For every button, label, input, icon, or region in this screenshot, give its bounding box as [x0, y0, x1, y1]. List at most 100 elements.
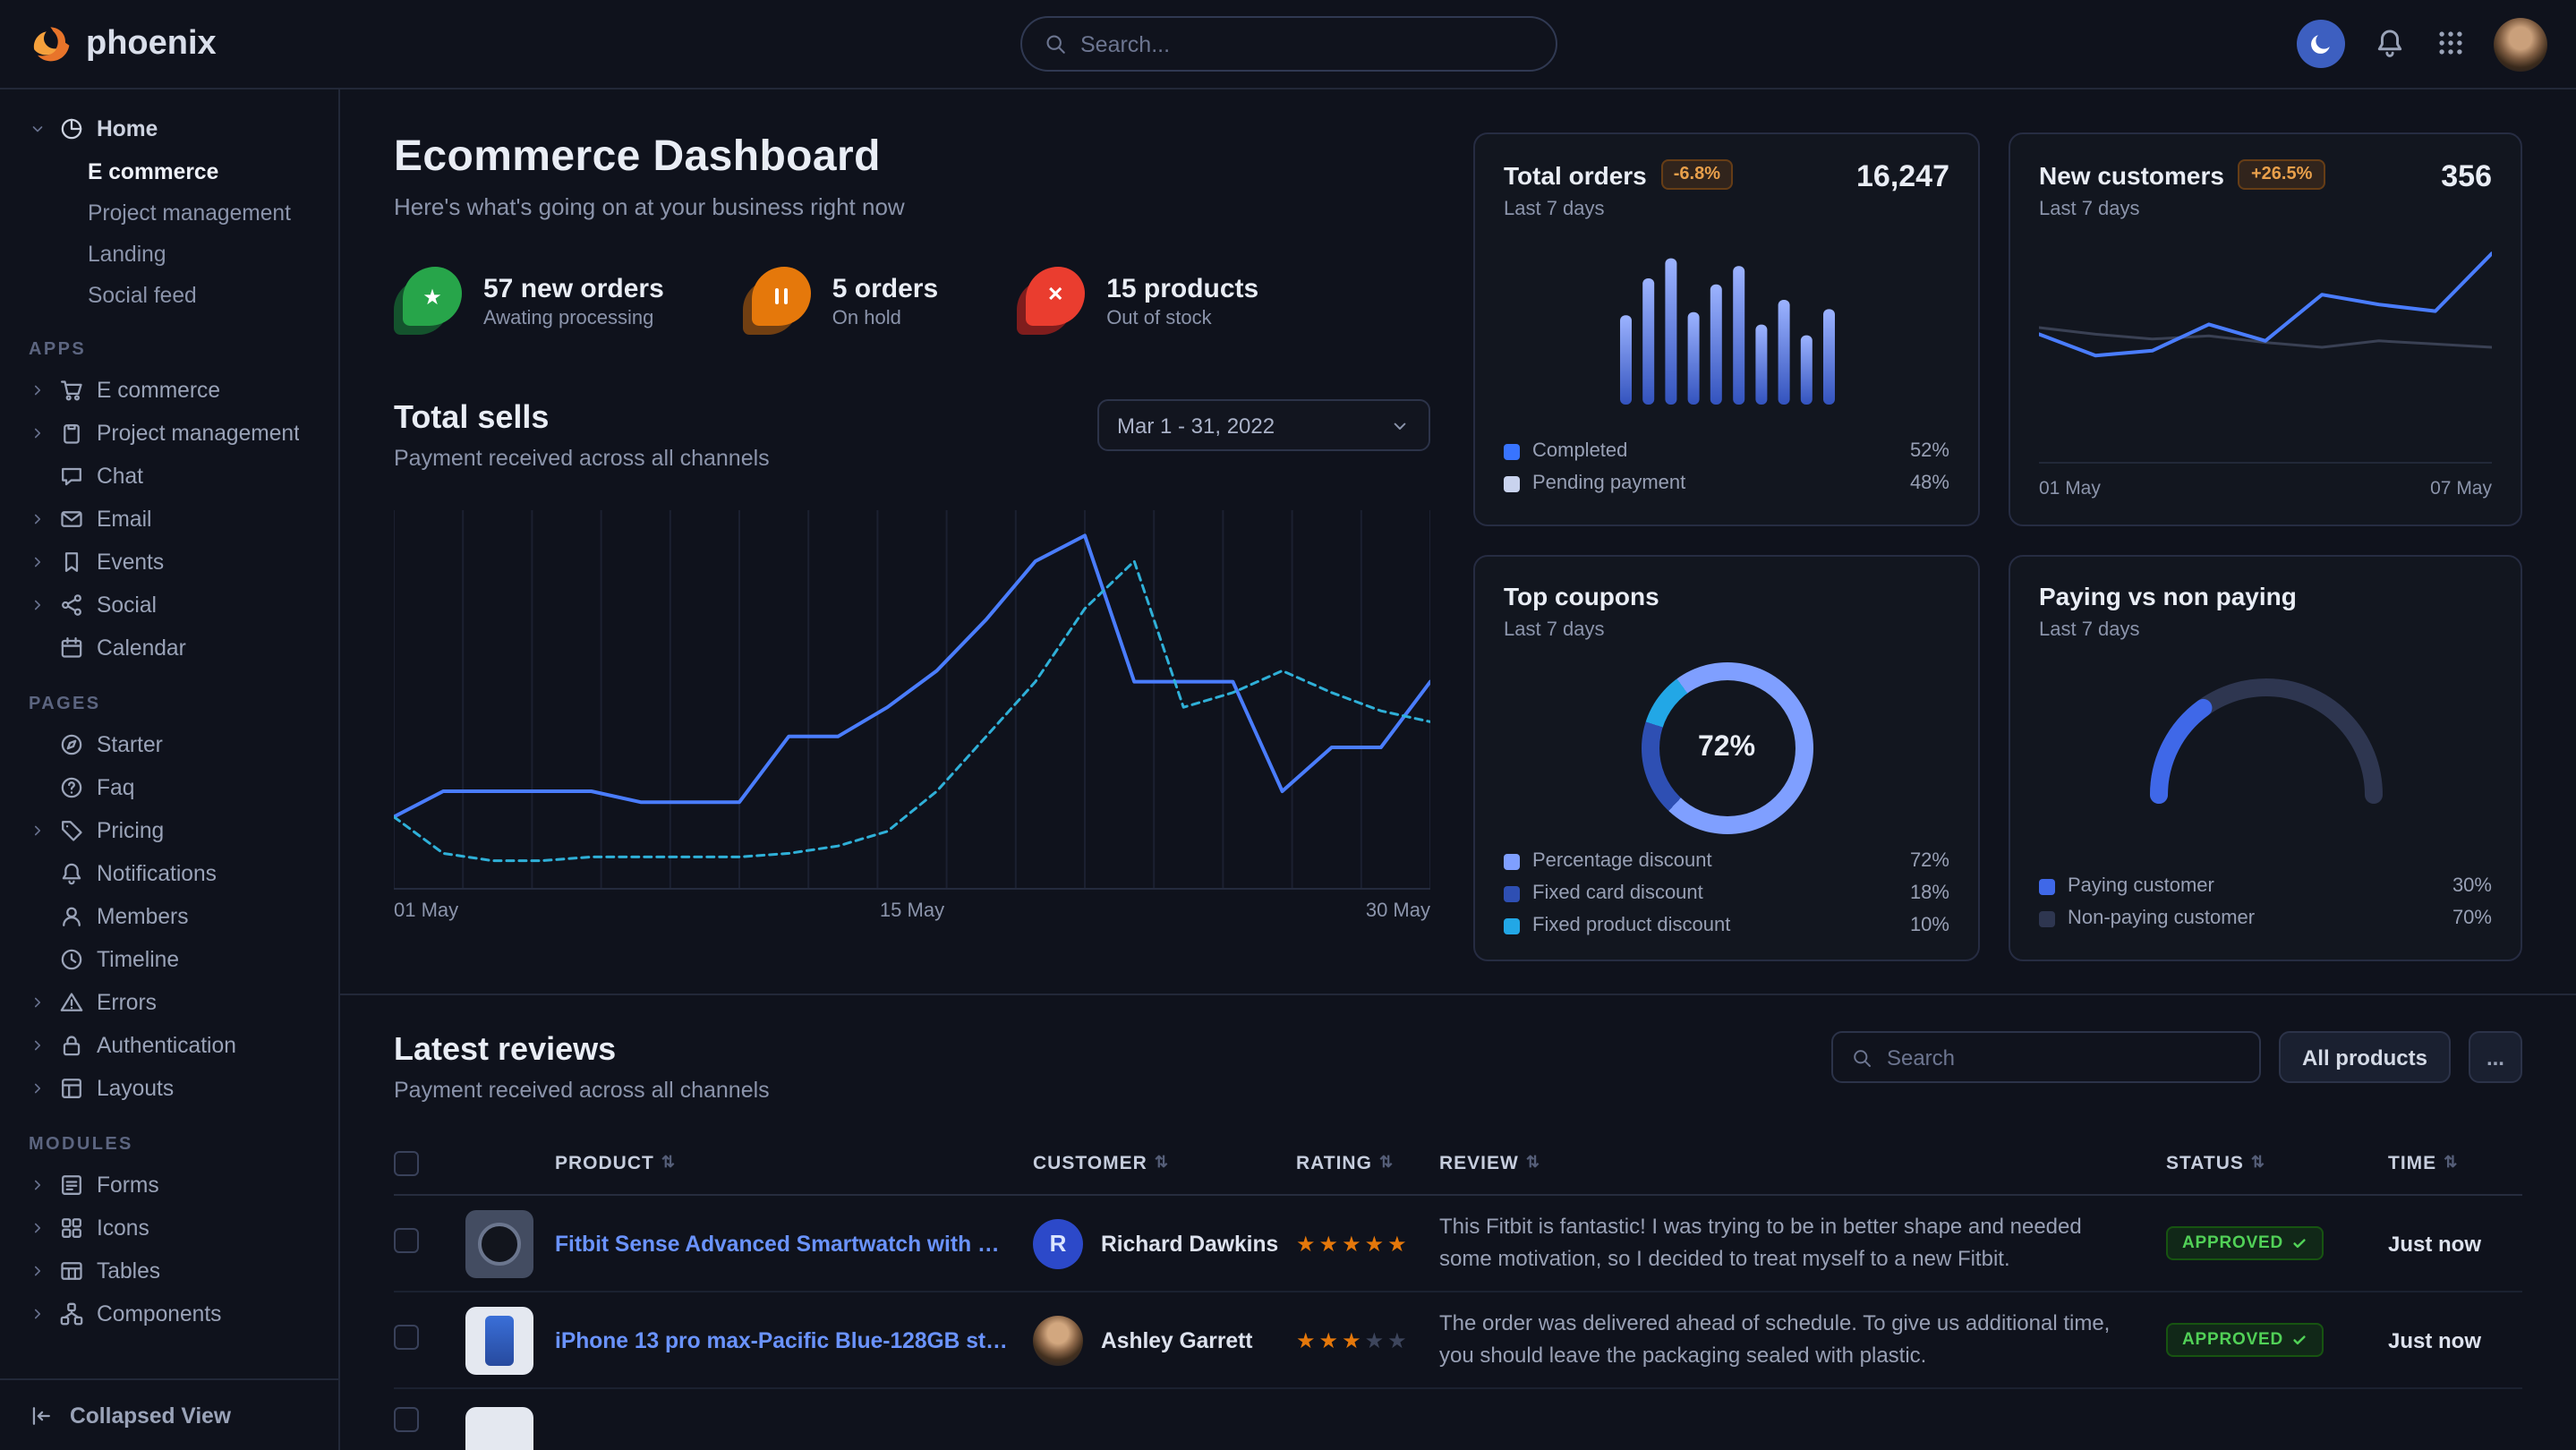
- column-header-product[interactable]: PRODUCT: [555, 1152, 654, 1173]
- column-header-review[interactable]: REVIEW: [1439, 1152, 1519, 1173]
- sidebar-item-forms[interactable]: Forms: [14, 1164, 324, 1207]
- legend-swatch: [1504, 853, 1520, 869]
- sidebar-item-layouts[interactable]: Layouts: [14, 1067, 324, 1110]
- new-customers-value: 356: [2441, 159, 2492, 195]
- sidebar-item-tables[interactable]: Tables: [14, 1250, 324, 1292]
- stat-item: 5 ordersOn hold: [743, 267, 938, 335]
- sidebar-subitem-social-feed[interactable]: Social feed: [14, 274, 324, 315]
- user-avatar[interactable]: [2494, 17, 2547, 71]
- table-row[interactable]: iPhone 13 pro max-Pacific Blue-128GB sto…: [394, 1292, 2522, 1389]
- quick-stats: ★57 new ordersAwating processing5 orders…: [394, 267, 1430, 335]
- table-row[interactable]: Fitbit Sense Advanced Smartwatch with To…: [394, 1196, 2522, 1292]
- sidebar-item-chat[interactable]: Chat: [14, 455, 324, 498]
- product-link[interactable]: Fitbit Sense Advanced Smartwatch with To…: [555, 1231, 1008, 1256]
- sidebar-item-starter[interactable]: Starter: [14, 723, 324, 766]
- card-title: Total orders: [1504, 160, 1647, 189]
- row-checkbox[interactable]: [394, 1407, 419, 1432]
- sidebar-item-label: Icons: [97, 1215, 149, 1241]
- sidebar-item-label: Project management: [97, 421, 300, 446]
- cross-icon: ✕: [1026, 267, 1085, 326]
- row-checkbox[interactable]: [394, 1228, 419, 1253]
- reviews-search[interactable]: [1831, 1031, 2261, 1083]
- legend-item: Paying customer30%: [2039, 870, 2492, 902]
- navbar-search-input[interactable]: [1080, 31, 1533, 56]
- card-title: Top coupons: [1504, 582, 1659, 610]
- total-orders-card: Total orders -6.8% Last 7 days 16,247 Co…: [1473, 132, 1980, 526]
- legend-item: Pending payment48%: [1504, 467, 1949, 499]
- theme-toggle-button[interactable]: [2297, 20, 2345, 68]
- sidebar-subitem-project-management[interactable]: Project management: [14, 192, 324, 233]
- clock-icon: [59, 947, 84, 972]
- sidebar-item-members[interactable]: Members: [14, 895, 324, 938]
- card-period: Last 7 days: [2039, 619, 2492, 641]
- sidebar-item-e-commerce[interactable]: E commerce: [14, 369, 324, 412]
- sidebar-item-project-management[interactable]: Project management: [14, 412, 324, 455]
- apps-grid-button[interactable]: [2433, 27, 2467, 61]
- column-header-rating[interactable]: RATING: [1296, 1152, 1372, 1173]
- product-link[interactable]: iPhone 13 pro max-Pacific Blue-128GB sto…: [555, 1327, 1008, 1352]
- customer-avatar: R: [1033, 1218, 1083, 1268]
- page-title: Ecommerce Dashboard: [394, 132, 1430, 183]
- sidebar-item-pricing[interactable]: Pricing: [14, 809, 324, 852]
- sidebar-item-email[interactable]: Email: [14, 498, 324, 541]
- customer-name: Ashley Garrett: [1101, 1327, 1253, 1352]
- icons-grid-icon: [59, 1215, 84, 1241]
- column-header-customer[interactable]: CUSTOMER: [1033, 1152, 1147, 1173]
- notifications-button[interactable]: [2372, 27, 2406, 61]
- sidebar-subitem-landing[interactable]: Landing: [14, 233, 324, 274]
- stat-sublabel: On hold: [832, 307, 938, 328]
- card-period: Last 7 days: [1504, 619, 1949, 641]
- product-thumbnail: [465, 1407, 533, 1450]
- caret-spacer: [29, 639, 47, 657]
- date-range-value: Mar 1 - 31, 2022: [1117, 413, 1275, 438]
- caret-spacer: [29, 779, 47, 797]
- chevron-right-icon: [29, 553, 47, 571]
- sidebar-item-errors[interactable]: Errors: [14, 981, 324, 1024]
- sidebar: HomeE commerceProject managementLandingS…: [0, 90, 340, 1450]
- legend-swatch: [1504, 443, 1520, 459]
- total-sells-title: Total sells: [394, 399, 770, 437]
- reviews-search-input[interactable]: [1887, 1045, 2241, 1070]
- table-header-row: PRODUCT⇅ CUSTOMER⇅ RATING⇅ REVIEW⇅ STATU…: [394, 1131, 2522, 1196]
- all-products-button[interactable]: All products: [2279, 1031, 2451, 1083]
- moon-icon: [2307, 30, 2334, 57]
- collapse-icon: [29, 1403, 54, 1428]
- legend-value: 18%: [1910, 883, 1949, 904]
- navbar-search[interactable]: [1019, 16, 1557, 72]
- sidebar-item-calendar[interactable]: Calendar: [14, 627, 324, 670]
- column-header-time[interactable]: TIME: [2388, 1152, 2436, 1173]
- sidebar-item-social[interactable]: Social: [14, 584, 324, 627]
- legend-label: Non-paying customer: [2068, 908, 2255, 929]
- reviews-table: PRODUCT⇅ CUSTOMER⇅ RATING⇅ REVIEW⇅ STATU…: [394, 1131, 2522, 1450]
- stat-sublabel: Out of stock: [1106, 307, 1258, 328]
- legend-item: Percentage discount72%: [1504, 845, 1949, 877]
- sidebar-item-timeline[interactable]: Timeline: [14, 938, 324, 981]
- sidebar-subitem-e-commerce[interactable]: E commerce: [14, 150, 324, 192]
- sidebar-item-events[interactable]: Events: [14, 541, 324, 584]
- sidebar-item-home[interactable]: Home: [14, 107, 324, 150]
- apps-grid-icon: [2434, 27, 2466, 59]
- chevron-down-icon: [1389, 414, 1411, 436]
- date-range-select[interactable]: Mar 1 - 31, 2022: [1097, 399, 1430, 451]
- sidebar-item-faq[interactable]: Faq: [14, 766, 324, 809]
- brand[interactable]: phoenix: [29, 22, 217, 65]
- column-header-status[interactable]: STATUS: [2166, 1152, 2244, 1173]
- sidebar-item-components[interactable]: Components: [14, 1292, 324, 1335]
- legend-value: 52%: [1910, 440, 1949, 462]
- sidebar-item-authentication[interactable]: Authentication: [14, 1024, 324, 1067]
- row-checkbox[interactable]: [394, 1325, 419, 1350]
- select-all-checkbox[interactable]: [394, 1150, 419, 1175]
- chevron-right-icon: [29, 424, 47, 442]
- latest-reviews-section: Latest reviews Payment received across a…: [394, 995, 2522, 1450]
- sidebar-item-label: Events: [97, 550, 164, 575]
- legend-label: Completed: [1532, 440, 1627, 462]
- sidebar-item-notifications[interactable]: Notifications: [14, 852, 324, 895]
- bell-icon: [59, 861, 84, 886]
- legend-label: Pending payment: [1532, 473, 1685, 494]
- trend-badge: +26.5%: [2239, 159, 2324, 190]
- more-options-button[interactable]: ...: [2469, 1031, 2522, 1083]
- reviews-subtitle: Payment received across all channels: [394, 1078, 770, 1103]
- sidebar-item-icons[interactable]: Icons: [14, 1207, 324, 1250]
- collapsed-view-button[interactable]: Collapsed View: [0, 1378, 338, 1450]
- chevron-right-icon: [29, 994, 47, 1011]
